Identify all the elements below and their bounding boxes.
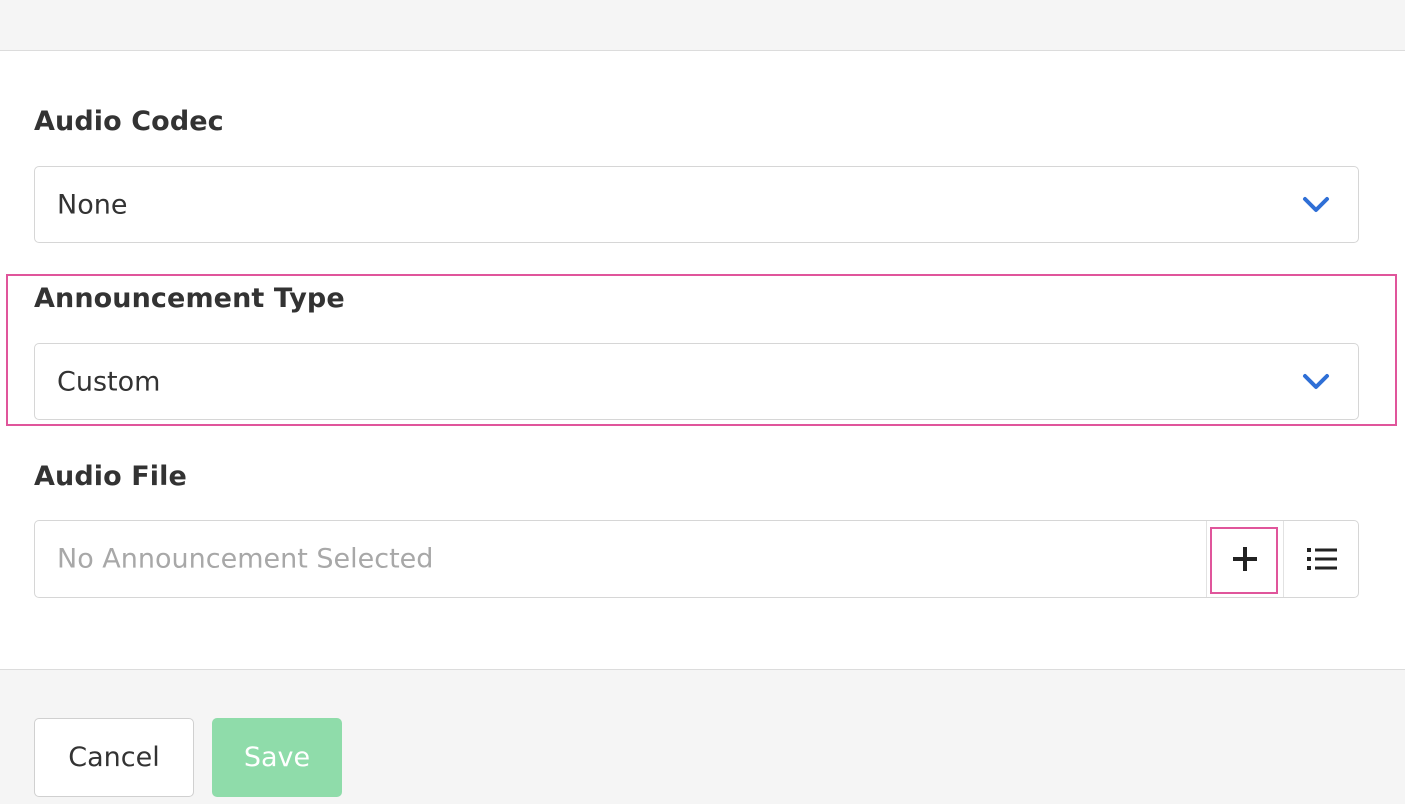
form-footer: Cancel Save [0, 669, 1405, 804]
list-audio-files-button[interactable] [1284, 521, 1360, 597]
list-icon [1307, 548, 1337, 570]
cancel-button[interactable]: Cancel [34, 718, 194, 797]
add-button-highlight [1210, 527, 1278, 594]
audio-codec-select[interactable]: None [34, 166, 1359, 243]
audio-codec-label: Audio Codec [34, 106, 224, 137]
audio-file-label: Audio File [34, 461, 187, 492]
save-button[interactable]: Save [212, 718, 342, 797]
audio-file-input[interactable] [57, 543, 1157, 575]
announcement-type-label: Announcement Type [34, 283, 345, 314]
announcement-form-page: Audio Codec None Announcement Type Custo… [0, 0, 1405, 804]
chevron-down-icon [1303, 196, 1329, 212]
announcement-type-select[interactable]: Custom [34, 343, 1359, 420]
chevron-down-icon [1303, 373, 1329, 389]
top-bar [0, 0, 1405, 51]
audio-codec-value: None [57, 189, 128, 220]
announcement-type-value: Custom [57, 366, 161, 397]
audio-file-input-group [34, 520, 1359, 598]
